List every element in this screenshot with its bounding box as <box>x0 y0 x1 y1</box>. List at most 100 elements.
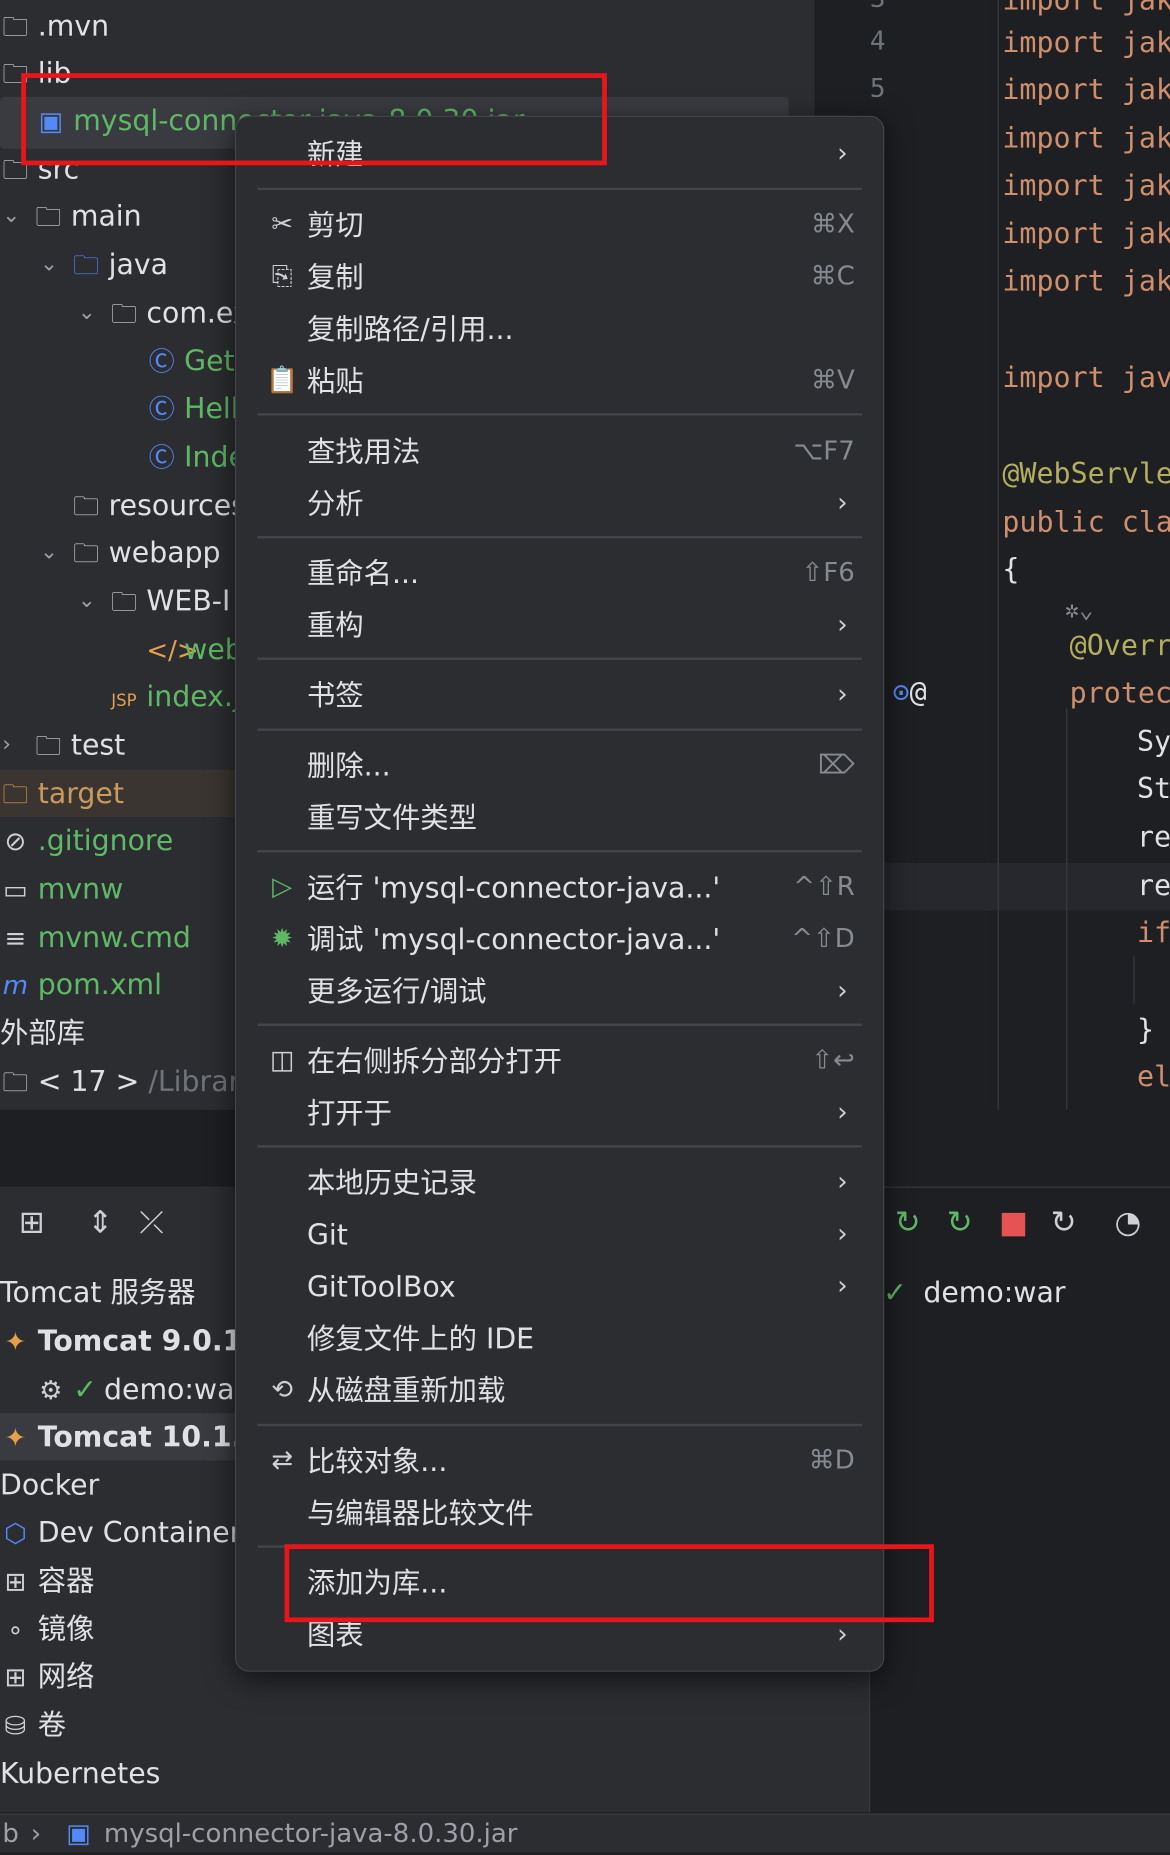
menu-item-open-split[interactable]: ◫ 在右侧拆分部分打开 ⇧↩ <box>257 1035 861 1087</box>
service-item-tomcat-9[interactable]: ✦ Tomcat 9.0.10 <box>0 1318 262 1365</box>
debug-rerun-icon[interactable]: ↻ <box>947 1200 973 1247</box>
editor-fold-guide <box>997 0 999 1110</box>
tree-item-test[interactable]: 🗀 test <box>33 721 125 768</box>
service-item-dev-container[interactable]: ⬡ Dev Container <box>0 1509 241 1556</box>
stop-icon[interactable]: ■ <box>999 1200 1028 1247</box>
service-item-tomcat-servers[interactable]: Tomcat 服务器 <box>0 1269 196 1316</box>
tree-item-resources[interactable]: 🗀 resources <box>71 482 246 529</box>
menu-item-gittoolbox[interactable]: GitToolBox › <box>257 1261 861 1313</box>
menu-item-delete[interactable]: 删除... ⌦ <box>257 740 861 792</box>
tree-item-class-get[interactable]: Ⓒ Get <box>146 338 235 385</box>
context-menu: 新建 › ✂ 剪切 ⌘X ⎘ 复制 ⌘C 复制路径/引用... 📋 粘贴 ⌘V 查找用法 ⌥F7… <box>234 115 885 1672</box>
tree-item-jdk[interactable]: 🗀 < 17 > /Library/ <box>0 1058 266 1105</box>
tree-item-mvnw[interactable]: ▭ mvnw <box>0 865 123 912</box>
service-item-networks[interactable]: ⊞ 网络 <box>0 1653 94 1700</box>
service-item-kubernetes[interactable]: Kubernetes <box>0 1750 160 1797</box>
tree-item-java[interactable]: 🗀 java <box>71 241 168 288</box>
service-item-containers[interactable]: ⊞ 容器 <box>0 1557 94 1604</box>
rerun-icon[interactable]: ↻ <box>895 1200 921 1247</box>
code-line: el <box>1136 1060 1170 1094</box>
tree-item-class-inde[interactable]: Ⓒ Inde <box>146 433 246 480</box>
folder-icon: 🗀 <box>35 203 62 233</box>
tree-item-pom[interactable]: m pom.xml <box>0 961 162 1008</box>
code-line: public cla <box>1002 505 1170 539</box>
service-item-docker[interactable]: Docker <box>0 1462 99 1509</box>
menu-item-compare-with-editor[interactable]: 与编辑器比较文件 <box>257 1488 861 1540</box>
chevron-right-icon[interactable]: › <box>2 721 11 768</box>
chevron-right-icon: › <box>837 680 848 710</box>
class-icon: Ⓒ <box>148 395 175 426</box>
menu-item-cut[interactable]: ✂ 剪切 ⌘X <box>257 200 861 252</box>
menu-item-analyze[interactable]: 分析 › <box>257 478 861 530</box>
compare-icon: ⇄ <box>271 1446 294 1476</box>
chevron-down-icon[interactable]: ⌄ <box>40 241 58 288</box>
menu-separator <box>257 1023 862 1026</box>
service-item-demo-war[interactable]: ⚙ ✓ demo:war <box>35 1366 246 1413</box>
tree-item-index-jsp[interactable]: JSP index.j <box>109 673 241 720</box>
menu-item-find-usages[interactable]: 查找用法 ⌥F7 <box>257 426 861 478</box>
chevron-down-icon[interactable]: ⌄ <box>78 577 96 624</box>
profiler-icon[interactable]: ◔ <box>1115 1200 1142 1247</box>
menu-item-copy[interactable]: ⎘ 复制 ⌘C <box>257 251 861 303</box>
folder-icon: 🗀 <box>35 731 62 762</box>
chevron-down-icon[interactable]: ⌄ <box>78 289 96 336</box>
paste-icon: 📋 <box>265 365 299 396</box>
override-gutter-icon[interactable]: ⊙@ <box>893 668 927 715</box>
text-file-icon: ≡ <box>4 924 27 954</box>
tree-item-web-inf[interactable]: 🗀 WEB-I <box>109 577 230 624</box>
code-line: import jak <box>1002 168 1170 202</box>
menu-item-bookmarks[interactable]: 书签 › <box>257 669 861 721</box>
menu-item-more-run-debug[interactable]: 更多运行/调试 › <box>257 966 861 1018</box>
tree-item-class-hell[interactable]: Ⓒ Hell <box>146 385 239 432</box>
chevron-right-icon: › <box>837 976 848 1006</box>
breadcrumb-file[interactable]: mysql-connector-java-8.0.30.jar <box>104 1815 518 1855</box>
tree-item-target[interactable]: 🗀 target <box>0 770 124 817</box>
tree-item-mvnw-cmd[interactable]: ≡ mvnw.cmd <box>0 914 191 961</box>
menu-item-local-history[interactable]: 本地历史记录 › <box>257 1157 861 1209</box>
service-detail-artifact[interactable]: ✓ demo:war <box>883 1269 1065 1316</box>
code-line: import jak <box>1002 217 1170 251</box>
menu-item-override-file-type[interactable]: 重写文件类型 <box>257 792 861 844</box>
tree-item-main[interactable]: 🗀 main <box>33 192 141 239</box>
ignore-icon: ⊘ <box>4 827 27 858</box>
tree-item-package[interactable]: 🗀 com.ex <box>109 289 250 336</box>
menu-separator <box>257 657 862 660</box>
scissors-icon: ✂ <box>271 210 294 240</box>
menu-item-rename[interactable]: 重命名... ⇧F6 <box>257 548 861 600</box>
tree-item-gitignore[interactable]: ⊘ .gitignore <box>0 817 173 864</box>
collapse-all-icon[interactable]: ⤫ <box>139 1200 164 1247</box>
xml-icon: </> <box>146 636 199 666</box>
menu-item-paste[interactable]: 📋 粘贴 ⌘V <box>257 355 861 407</box>
tree-item-external-libraries[interactable]: 外部库 <box>0 1009 85 1056</box>
menu-item-open-in[interactable]: 打开于 › <box>257 1087 861 1139</box>
add-service-icon[interactable]: ⊞ <box>19 1200 45 1247</box>
chevron-down-icon[interactable]: ⌄ <box>40 529 58 576</box>
copy-icon: ⎘ <box>271 262 293 292</box>
menu-item-compare-with[interactable]: ⇄ 比较对象... ⌘D <box>257 1436 861 1488</box>
jar-icon: ▣ <box>66 1819 91 1849</box>
breadcrumb-root[interactable]: b <box>2 1815 18 1855</box>
menu-item-refactor[interactable]: 重构 › <box>257 600 861 652</box>
service-item-images[interactable]: ∘ 镜像 <box>0 1606 94 1653</box>
menu-item-copy-path[interactable]: 复制路径/引用... <box>257 303 861 355</box>
tree-item-webapp[interactable]: 🗀 webapp <box>71 529 220 576</box>
tree-item-web-xml[interactable]: </>web <box>146 626 242 673</box>
service-item-volumes[interactable]: ⛁ 卷 <box>0 1701 66 1748</box>
tree-item-mvn[interactable]: 🗀 .mvn <box>0 2 109 49</box>
jdk-icon: 🗀 <box>2 1068 29 1098</box>
volume-icon: ⛁ <box>4 1711 27 1742</box>
menu-item-fix-ide[interactable]: 修复文件上的 IDE <box>257 1313 861 1365</box>
refresh-icon[interactable]: ↻ <box>1051 1200 1077 1247</box>
menu-item-debug[interactable]: ✹ 调试 'mysql-connector-java...' ^⇧D <box>257 914 861 966</box>
debug-icon: ✹ <box>271 924 294 954</box>
code-line: @Overr <box>1069 629 1170 663</box>
menu-item-run[interactable]: ▷ 运行 'mysql-connector-java...' ^⇧R <box>257 862 861 914</box>
chevron-down-icon[interactable]: ⌄ <box>2 192 20 239</box>
code-line: protec <box>1069 676 1170 710</box>
expand-all-icon[interactable]: ⇕ <box>87 1200 113 1247</box>
code-line: St <box>1136 772 1170 806</box>
indent-guide <box>1133 956 1135 1004</box>
images-icon: ∘ <box>7 1616 24 1646</box>
menu-item-reload-from-disk[interactable]: ⟲ 从磁盘重新加载 <box>257 1365 861 1417</box>
menu-item-git[interactable]: Git › <box>257 1209 861 1261</box>
